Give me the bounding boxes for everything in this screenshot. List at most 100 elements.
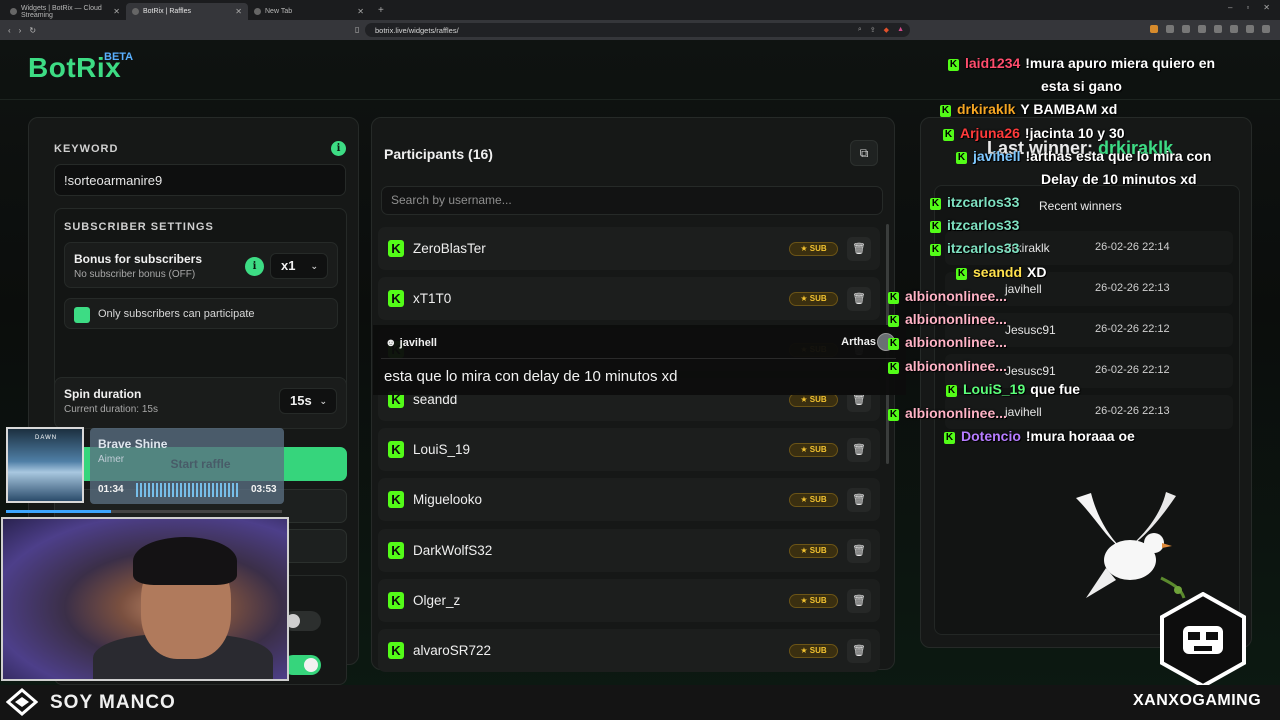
info-icon[interactable]: i <box>245 257 264 276</box>
chat-username: itzcarlos33 <box>947 217 1020 233</box>
kick-icon: K <box>956 268 967 280</box>
vpn-icon[interactable] <box>1246 25 1254 33</box>
close-icon[interactable]: ✕ <box>235 7 242 16</box>
webcam-hair <box>133 537 237 585</box>
participant-name: xT1T0 <box>413 291 452 307</box>
song-info: Brave Shine Aimer 01:34 03:53 <box>90 428 284 504</box>
extension-icon[interactable] <box>1166 25 1174 33</box>
sidebar-icon[interactable] <box>1214 25 1222 33</box>
tab-widgets[interactable]: Widgets | BotRix — Cloud Streaming ✕ <box>4 3 126 20</box>
kick-icon: K <box>388 491 404 509</box>
rewards-icon[interactable]: ▲ <box>897 26 904 34</box>
back-icon[interactable]: ‹ <box>8 26 11 35</box>
chat-line: Kjavihell !arthas esta que lo mira con <box>956 148 1211 164</box>
share-icon[interactable]: ⇪ <box>870 26 876 34</box>
kick-icon: K <box>930 244 941 256</box>
song-title: Brave Shine <box>98 437 168 451</box>
chat-line: Kitzcarlos33 <box>930 240 1019 256</box>
chat-username: albiononlinee... <box>905 311 1007 327</box>
list-item[interactable]: K alvaroSR722 ★ SUB 🗑 <box>378 629 880 673</box>
list-item[interactable]: K DarkWolfS32 ★ SUB 🗑 <box>378 528 880 572</box>
tab-favicon <box>132 8 139 15</box>
reload-icon[interactable]: ↻ <box>29 26 36 35</box>
chat-username: albiononlinee... <box>905 288 1007 304</box>
tab-new[interactable]: New Tab ✕ <box>248 3 370 20</box>
kick-icon: K <box>388 642 404 660</box>
forward-icon[interactable]: › <box>19 26 22 35</box>
trash-icon[interactable]: 🗑 <box>847 438 871 463</box>
toggle-knob <box>304 658 318 672</box>
trash-icon[interactable]: 🗑 <box>847 287 871 312</box>
list-item[interactable]: K LouiS_19 ★ SUB 🗑 <box>378 428 880 472</box>
trash-icon[interactable]: 🗑 <box>847 538 871 563</box>
chat-message: esta si gano <box>1041 78 1122 94</box>
chat-message: !jacinta 10 y 30 <box>1024 125 1125 141</box>
trash-icon[interactable]: 🗑 <box>847 589 871 614</box>
info-icon[interactable]: i <box>331 141 346 156</box>
chat-line: Kdrkiraklk Y BAMBAM xd <box>940 101 1117 117</box>
brave-shield-icon[interactable]: ◆ <box>884 26 889 34</box>
webcam-feed <box>1 517 289 681</box>
wallet-icon[interactable] <box>1230 25 1238 33</box>
tab-raffles[interactable]: BotRix | Raffles ✕ <box>126 3 248 20</box>
close-icon[interactable]: ✕ <box>113 7 120 16</box>
keyword-input[interactable] <box>54 164 346 196</box>
popup-user: ☻ javihell <box>385 337 437 349</box>
chat-username: albiononlinee... <box>905 334 1007 350</box>
extension-icon[interactable] <box>1150 25 1158 33</box>
trash-icon[interactable]: 🗑 <box>847 639 871 664</box>
kick-icon: K <box>388 290 404 308</box>
chat-username: drkiraklk <box>957 101 1016 117</box>
only-subscribers-row[interactable]: Only subscribers can participate <box>64 298 338 329</box>
list-item[interactable]: K Olger_z ★ SUB 🗑 <box>378 579 880 623</box>
streamer-name: SOY MANCO <box>50 692 176 713</box>
trash-icon[interactable]: 🗑 <box>847 237 871 261</box>
sub-badge: ★ SUB <box>789 594 838 609</box>
search-input[interactable]: Search by username... <box>381 186 883 215</box>
copy-icon[interactable]: ⧉ <box>850 140 878 166</box>
participant-name: DarkWolfS32 <box>413 542 493 558</box>
kick-icon: K <box>388 441 404 459</box>
chat-message: XD <box>1027 264 1047 280</box>
new-tab-icon[interactable]: + <box>378 5 384 16</box>
chat-username: itzcarlos33 <box>947 194 1020 210</box>
extensions-bar <box>1150 25 1270 33</box>
only-subscribers-checkbox[interactable] <box>74 307 90 323</box>
participant-name: alvaroSR722 <box>413 643 492 659</box>
spin-duration-select[interactable]: 15s ⌄ <box>279 388 337 414</box>
kick-icon: K <box>930 198 941 210</box>
recent-winners-title: Recent winners <box>1039 199 1122 213</box>
chat-line: Kalbiononlinee... <box>888 288 1007 304</box>
participants-title: Participants (16) <box>384 146 493 162</box>
close-icon[interactable]: ✕ <box>357 7 364 16</box>
zoom-icon[interactable]: ⌕ <box>858 26 862 34</box>
list-item[interactable]: K xT1T0 ★ SUB 🗑 <box>378 277 880 321</box>
list-item[interactable]: K ZeroBlasTer ★ SUB 🗑 <box>378 227 880 270</box>
minimize-icon[interactable]: – <box>1228 3 1232 12</box>
maximize-icon[interactable]: ▫ <box>1246 3 1249 12</box>
elapsed-time: 01:34 <box>98 484 124 495</box>
sub-badge: ★ SUB <box>789 443 838 458</box>
chat-line: Kseandd XD <box>956 264 1046 280</box>
chat-message: Y BAMBAM xd <box>1020 101 1118 117</box>
extension-icon[interactable] <box>1198 25 1206 33</box>
chat-message-popup: ☻ javihell Arthas esta que lo mira con d… <box>373 325 906 395</box>
list-item[interactable]: K Miguelooko ★ SUB 🗑 <box>378 478 880 522</box>
url-field[interactable]: botrix.live/widgets/raffles/ ⌕ ⇪ ◆ ▲ <box>365 23 910 37</box>
participant-name: LouiS_19 <box>413 442 471 458</box>
kick-icon: K <box>946 385 957 397</box>
chat-username: LouiS_19 <box>963 381 1026 397</box>
chat-line: K Dotencio !mura horaaa oe <box>944 428 1135 444</box>
only-subscribers-label: Only subscribers can participate <box>98 308 255 320</box>
song-progress-fill <box>6 510 111 513</box>
chat-username: itzcarlos33 <box>947 240 1020 256</box>
bonus-multiplier-select[interactable]: x1 ⌄ <box>270 253 328 279</box>
trash-icon[interactable]: 🗑 <box>847 488 871 513</box>
extension-icon[interactable] <box>1182 25 1190 33</box>
chat-username: javihell <box>973 148 1021 164</box>
menu-icon[interactable] <box>1262 25 1270 33</box>
close-window-icon[interactable]: ✕ <box>1263 3 1270 12</box>
chat-message: !arthas esta que lo mira con <box>1025 148 1212 164</box>
bookmark-icon[interactable]: ▯ <box>355 25 359 34</box>
participant-name: ZeroBlasTer <box>413 241 486 256</box>
